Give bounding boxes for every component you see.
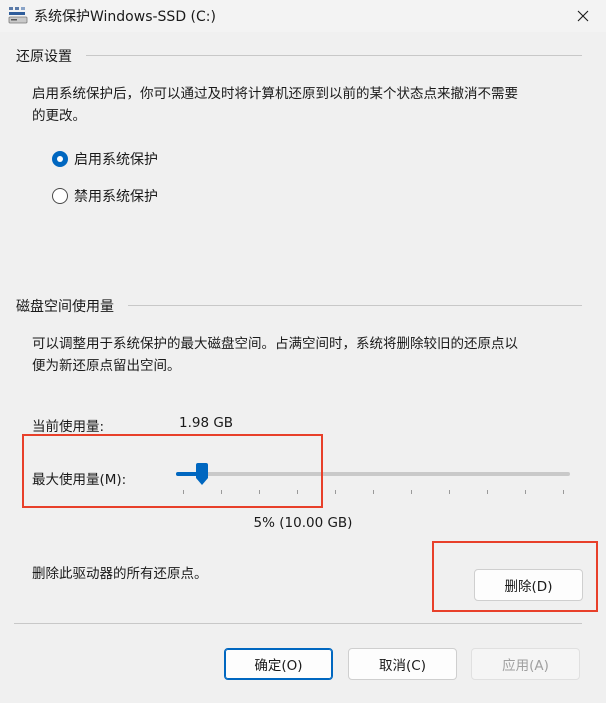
- window-title: 系统保护Windows-SSD (C:): [34, 9, 216, 25]
- close-icon: [577, 10, 589, 22]
- close-button[interactable]: [560, 0, 606, 32]
- max-usage-percent: 5% (10.00 GB): [253, 515, 353, 531]
- disk-usage-description: 可以调整用于系统保护的最大磁盘空间。占满空间时，系统将删除较旧的还原点以 便为新…: [32, 336, 518, 374]
- ok-button[interactable]: 确定(O): [224, 648, 333, 680]
- current-usage-value: 1.98 GB: [179, 415, 234, 431]
- slider-tick: [449, 490, 450, 494]
- system-protection-icon: [8, 7, 28, 24]
- delete-description: 删除此驱动器的所有还原点。: [32, 566, 208, 582]
- slider-tick: [411, 490, 412, 494]
- radio-enable-protection[interactable]: 启用系统保护: [52, 149, 158, 169]
- radio-button-checked[interactable]: [52, 151, 68, 167]
- slider-tick: [373, 490, 374, 494]
- radio-button-unchecked[interactable]: [52, 188, 68, 204]
- group-divider: [128, 305, 582, 306]
- footer-separator: [14, 623, 582, 624]
- current-usage-label: 当前使用量:: [32, 419, 105, 435]
- slider-tick: [335, 490, 336, 494]
- max-usage-highlight: [22, 434, 323, 508]
- restore-settings-description: 启用系统保护后，你可以通过及时将计算机还原到以前的某个状态点来撤消不需要 的更改…: [32, 86, 518, 124]
- slider-tick: [487, 490, 488, 494]
- disk-usage-title: 磁盘空间使用量: [16, 299, 114, 315]
- radio-disable-protection[interactable]: 禁用系统保护: [52, 186, 158, 206]
- group-divider: [86, 55, 582, 56]
- slider-tick: [563, 490, 564, 494]
- slider-tick: [525, 490, 526, 494]
- apply-button[interactable]: 应用(A): [471, 648, 580, 680]
- delete-highlight: [432, 541, 598, 612]
- cancel-button[interactable]: 取消(C): [348, 648, 457, 680]
- restore-settings-title: 还原设置: [16, 49, 72, 65]
- title-bar: 系统保护Windows-SSD (C:): [0, 0, 606, 32]
